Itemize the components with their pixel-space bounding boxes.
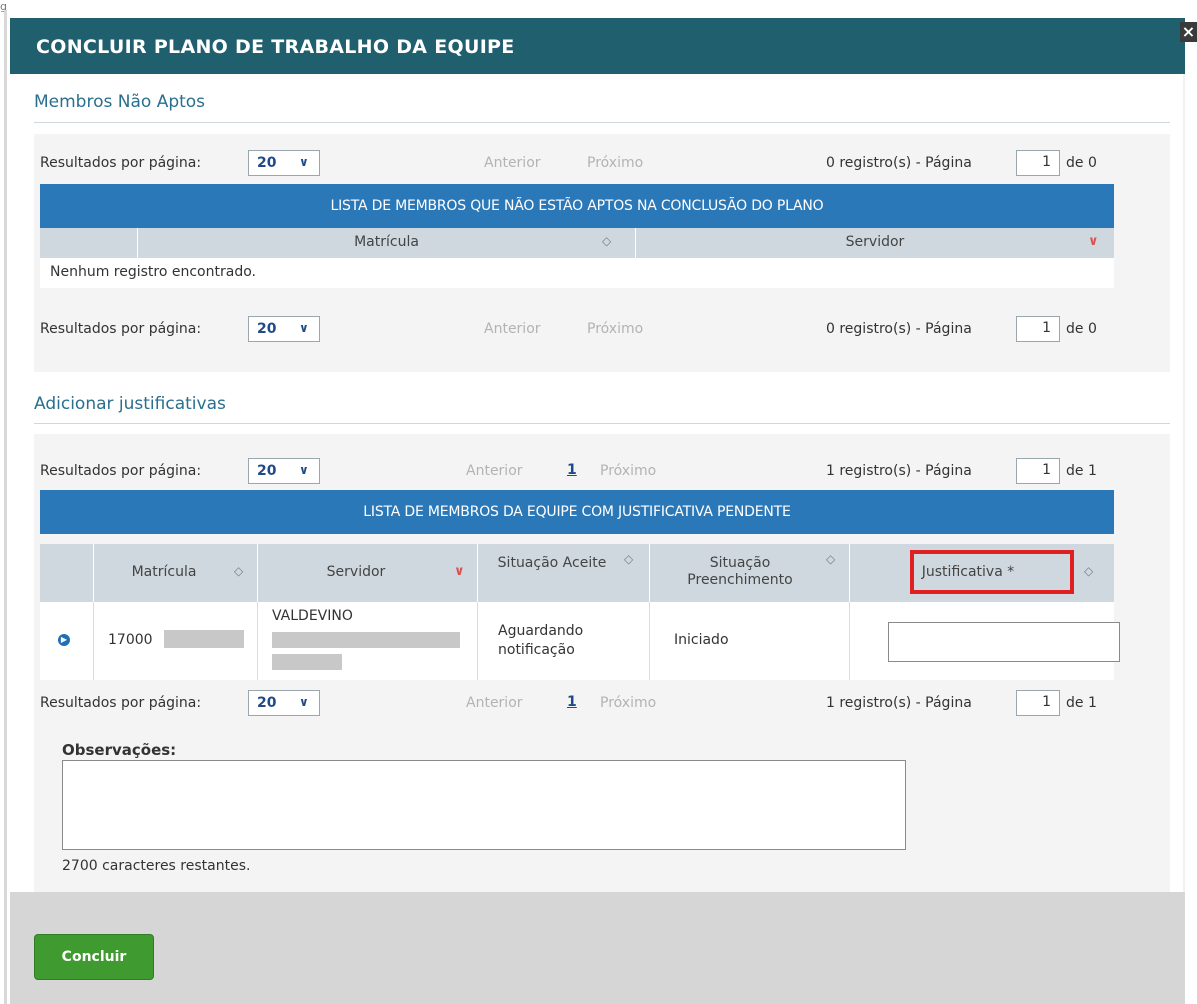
records-info: 0 registro(s) - Página: [826, 155, 972, 171]
col-matricula[interactable]: Matrícula ◇: [138, 228, 636, 258]
highlight-annotation: [910, 550, 1074, 594]
pager-bottom-nao-aptos: Resultados por página: 20 ∨ Anterior Pró…: [40, 316, 1114, 344]
sort-icon[interactable]: ◇: [602, 234, 611, 248]
page-number-link[interactable]: 1: [567, 462, 577, 478]
page-input[interactable]: 1: [1016, 150, 1060, 176]
table-title-justificativas: LISTA DE MEMBROS DA EQUIPE COM JUSTIFICA…: [40, 490, 1114, 534]
col-situacao-preenchimento-label: Situação Preenchimento: [687, 555, 793, 588]
prev-link[interactable]: Anterior: [484, 321, 541, 337]
col-matricula-label: Matrícula: [354, 234, 419, 250]
empty-message: Nenhum registro encontrado.: [50, 264, 256, 280]
scrollbar[interactable]: ▲: [1183, 74, 1185, 894]
pager-label: Resultados por página:: [40, 695, 202, 711]
col-servidor-label: Servidor: [845, 234, 905, 250]
section-divider: [34, 423, 1170, 424]
redaction-block: [272, 632, 460, 648]
justificativa-input[interactable]: [888, 622, 1120, 662]
sort-desc-icon[interactable]: ∨: [1088, 234, 1099, 249]
situacao-preenchimento-value: Iniciado: [674, 632, 729, 648]
section-divider: [34, 122, 1170, 123]
chevron-down-icon: ∨: [299, 463, 309, 477]
sort-icon[interactable]: ◇: [234, 564, 243, 578]
dialog: CONCLUIR PLANO DE TRABALHO DA EQUIPE ▲ M…: [10, 8, 1185, 1004]
section-title-justificativas: Adicionar justificativas: [34, 394, 226, 414]
chevron-down-icon: ∨: [299, 321, 309, 335]
col-situacao-aceite[interactable]: Situação Aceite ◇: [478, 544, 650, 602]
per-page-value: 20: [257, 321, 277, 337]
page-total: de 1: [1066, 463, 1097, 479]
next-link[interactable]: Próximo: [587, 321, 643, 337]
table-title-nao-aptos: LISTA DE MEMBROS QUE NÃO ESTÃO APTOS NA …: [40, 184, 1114, 228]
records-info: 1 registro(s) - Página: [826, 695, 972, 711]
next-link[interactable]: Próximo: [600, 463, 656, 479]
prev-link[interactable]: Anterior: [466, 695, 523, 711]
per-page-value: 20: [257, 695, 277, 711]
sort-icon[interactable]: ◇: [826, 552, 835, 566]
observacoes-label: Observações:: [62, 741, 177, 759]
cell-servidor: VALDEVINO: [258, 602, 478, 680]
pager-label: Resultados por página:: [40, 321, 202, 337]
page-input[interactable]: 1: [1016, 690, 1060, 716]
col-servidor-label: Servidor: [326, 564, 386, 580]
per-page-select[interactable]: 20 ∨: [248, 316, 320, 342]
page-total: de 0: [1066, 155, 1097, 171]
prev-link[interactable]: Anterior: [466, 463, 523, 479]
col-situacao-aceite-label: Situação Aceite: [497, 555, 607, 571]
close-icon[interactable]: ×: [1180, 22, 1197, 42]
matricula-value: 17000: [108, 632, 153, 648]
empty-row: Nenhum registro encontrado.: [40, 258, 1114, 288]
situacao-aceite-value: Aguardando notificação: [498, 623, 584, 658]
section-title-nao-aptos: Membros Não Aptos: [34, 92, 206, 112]
dialog-titlebar: CONCLUIR PLANO DE TRABALHO DA EQUIPE: [10, 18, 1185, 74]
page-total: de 1: [1066, 695, 1097, 711]
col-servidor[interactable]: Servidor ∨: [258, 544, 478, 602]
servidor-value: VALDEVINO: [272, 608, 353, 624]
col-matricula[interactable]: Matrícula ◇: [94, 544, 258, 602]
cell-situacao-aceite: Aguardando notificação: [478, 602, 650, 680]
table-row: ▶ 17000 VALDEVINO Aguardando notificação…: [40, 602, 1120, 680]
records-info: 0 registro(s) - Página: [826, 321, 972, 337]
chevron-down-icon: ∨: [299, 155, 309, 169]
col-matricula-label: Matrícula: [131, 564, 197, 580]
background-edge: [4, 10, 7, 1004]
pager-bottom-justificativas: Resultados por página: 20 ∨ Anterior 1 P…: [40, 690, 1114, 718]
expand-row-icon[interactable]: ▶: [58, 634, 70, 646]
cell-expand: ▶: [40, 602, 94, 680]
sort-icon[interactable]: ◇: [624, 552, 633, 566]
column-header-row: Matrícula ◇ Servidor ∨: [40, 228, 1114, 258]
per-page-value: 20: [257, 463, 277, 479]
col-servidor[interactable]: Servidor ∨: [636, 228, 1114, 258]
page-input[interactable]: 1: [1016, 458, 1060, 484]
page-total: de 0: [1066, 321, 1097, 337]
per-page-value: 20: [257, 155, 277, 171]
col-expand: [40, 544, 94, 602]
next-link[interactable]: Próximo: [587, 155, 643, 171]
dialog-title: CONCLUIR PLANO DE TRABALHO DA EQUIPE: [36, 36, 515, 58]
per-page-select[interactable]: 20 ∨: [248, 458, 320, 484]
col-blank: [40, 228, 138, 258]
characters-remaining: 2700 caracteres restantes.: [62, 858, 251, 874]
observacoes-textarea[interactable]: [62, 760, 906, 850]
pager-top-justificativas: Resultados por página: 20 ∨ Anterior 1 P…: [40, 458, 1114, 486]
pager-top-nao-aptos: Resultados por página: 20 ∨ Anterior Pró…: [40, 150, 1114, 178]
concluir-button[interactable]: Concluir: [34, 934, 154, 980]
page-number-link[interactable]: 1: [567, 694, 577, 710]
per-page-select[interactable]: 20 ∨: [248, 150, 320, 176]
records-info: 1 registro(s) - Página: [826, 463, 972, 479]
sort-desc-icon[interactable]: ∨: [454, 564, 465, 579]
per-page-select[interactable]: 20 ∨: [248, 690, 320, 716]
cell-situacao-preenchimento: Iniciado: [650, 602, 850, 680]
sort-icon[interactable]: ◇: [1084, 564, 1093, 578]
pager-label: Resultados por página:: [40, 463, 202, 479]
chevron-down-icon: ∨: [299, 695, 309, 709]
redaction-block: [272, 654, 342, 670]
cell-matricula: 17000: [94, 602, 258, 680]
prev-link[interactable]: Anterior: [484, 155, 541, 171]
redaction-block: [164, 630, 244, 648]
col-situacao-preenchimento[interactable]: Situação Preenchimento ◇: [650, 544, 850, 602]
page-input[interactable]: 1: [1016, 316, 1060, 342]
dialog-footer: Concluir: [10, 892, 1185, 1004]
next-link[interactable]: Próximo: [600, 695, 656, 711]
pager-label: Resultados por página:: [40, 155, 202, 171]
